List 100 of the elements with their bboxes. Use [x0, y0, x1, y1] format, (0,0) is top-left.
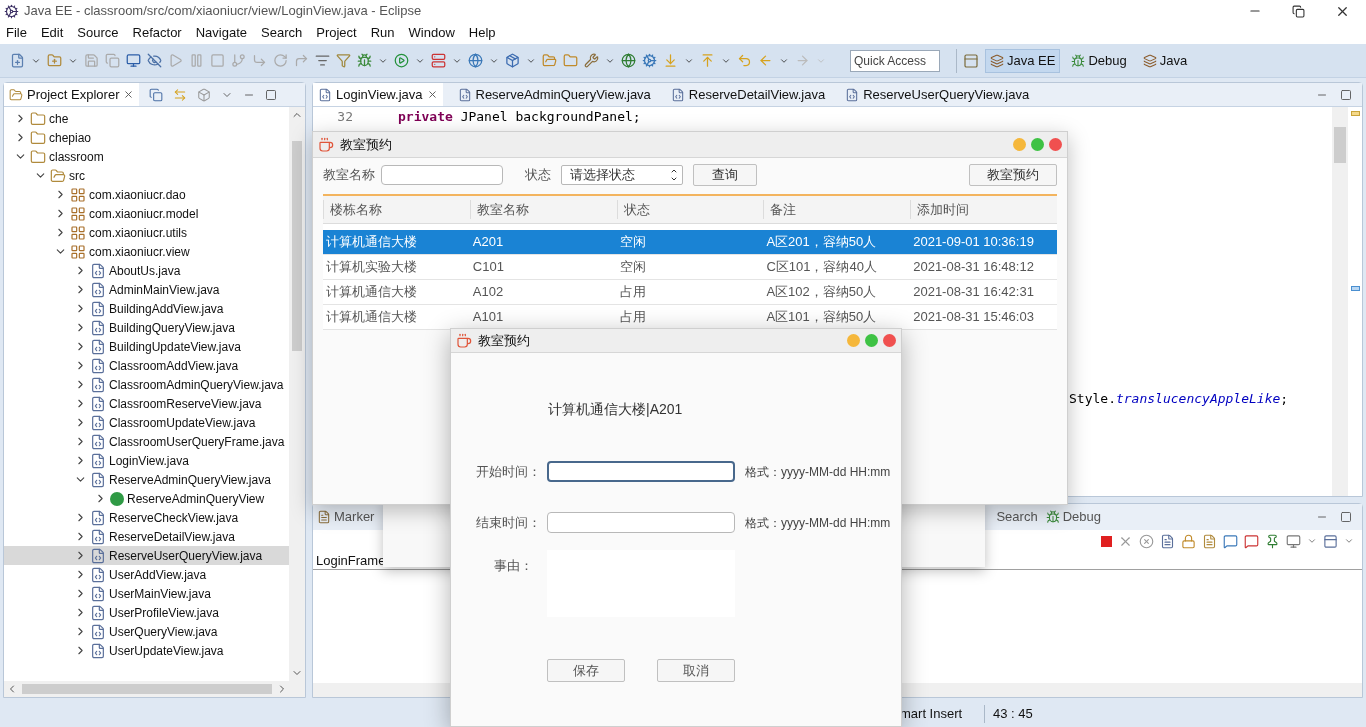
- run-icon[interactable]: [394, 53, 409, 68]
- tree-item[interactable]: ClassroomAdminQueryView.java: [4, 375, 289, 394]
- tree-item[interactable]: ClassroomAddView.java: [4, 356, 289, 375]
- bug-icon[interactable]: [357, 53, 372, 68]
- query-button[interactable]: 查询: [693, 164, 757, 186]
- panel-tab[interactable]: Search: [996, 507, 1038, 527]
- tree-item[interactable]: AboutUs.java: [4, 261, 289, 280]
- perspective-button[interactable]: Java EE: [985, 48, 1061, 73]
- menu-item[interactable]: Window: [408, 23, 455, 43]
- folder-icon[interactable]: [563, 53, 578, 68]
- tree-item[interactable]: ReserveCheckView.java: [4, 508, 289, 527]
- column-header[interactable]: 教室名称: [469, 199, 617, 220]
- occurrence-marker[interactable]: [1350, 286, 1360, 291]
- tree-item[interactable]: classroom: [4, 147, 289, 166]
- dialog-button[interactable]: 取消: [657, 659, 735, 682]
- tree-item[interactable]: com.xiaoniucr.model: [4, 204, 289, 223]
- gear-icon[interactable]: [642, 53, 657, 68]
- wrench-icon[interactable]: [584, 53, 599, 68]
- restore-icon[interactable]: [1292, 4, 1305, 18]
- tree-item[interactable]: src: [4, 166, 289, 185]
- status-select[interactable]: 请选择状态: [561, 165, 683, 185]
- tree-item[interactable]: ClassroomUserQueryFrame.java: [4, 432, 289, 451]
- classroom-name-field[interactable]: [381, 165, 503, 185]
- scrollbar-thumb[interactable]: [292, 141, 302, 351]
- tree-item[interactable]: UserQueryView.java: [4, 622, 289, 641]
- tree-item[interactable]: LoginView.java: [4, 451, 289, 470]
- editor-tab[interactable]: ReserveAdminQueryView.java: [452, 83, 656, 106]
- maximize-light[interactable]: [865, 334, 878, 347]
- menu-item[interactable]: Navigate: [195, 23, 247, 43]
- tree-item[interactable]: ClassroomReserveView.java: [4, 394, 289, 413]
- table-row[interactable]: 计算机通信大楼 A201 空闲 A区201，容纳50人 2021-09-01 10:36:19: [323, 230, 1057, 255]
- menu-item[interactable]: Source: [77, 23, 119, 43]
- tree-item[interactable]: ReserveDetailView.java: [4, 527, 289, 546]
- tree-item[interactable]: che: [4, 109, 289, 128]
- tree-item[interactable]: UserUpdateView.java: [4, 641, 289, 660]
- panel-tab[interactable]: Debug: [1045, 507, 1101, 527]
- maximize-light[interactable]: [1031, 138, 1044, 151]
- editor-tab[interactable]: ReserveUserQueryView.java: [840, 83, 1035, 106]
- tree-item[interactable]: UserMainView.java: [4, 584, 289, 603]
- menu-item[interactable]: Help: [468, 23, 496, 43]
- file-plus-icon[interactable]: [10, 53, 25, 68]
- quick-access-field[interactable]: Quick Access: [850, 49, 940, 72]
- java-file-icon: [670, 87, 685, 102]
- folder-open-icon[interactable]: [542, 53, 557, 68]
- package-icon[interactable]: [505, 53, 520, 68]
- terminate-icon[interactable]: [1101, 535, 1112, 547]
- vertical-scrollbar[interactable]: [289, 107, 305, 681]
- perspective-button[interactable]: Debug: [1066, 48, 1132, 73]
- menu-item[interactable]: Project: [316, 23, 357, 43]
- close-light[interactable]: [1049, 138, 1062, 151]
- column-header[interactable]: 添加时间: [910, 199, 1057, 220]
- java-file-icon: [90, 376, 106, 393]
- tree-item[interactable]: com.xiaoniucr.utils: [4, 223, 289, 242]
- panel-tab[interactable]: Marker: [317, 507, 375, 527]
- bug-icon: [1045, 510, 1060, 524]
- tree-item[interactable]: ReserveAdminQueryView: [4, 489, 289, 508]
- caret-icon: [1307, 536, 1317, 546]
- dialog-button[interactable]: 保存: [547, 659, 625, 682]
- tree-item[interactable]: BuildingQueryView.java: [4, 318, 289, 337]
- tree-item[interactable]: UserAddView.java: [4, 565, 289, 584]
- project-explorer-tab[interactable]: Project Explorer: [4, 83, 140, 106]
- menu-item[interactable]: Refactor: [132, 23, 182, 43]
- time-field[interactable]: [547, 461, 735, 482]
- vertical-scrollbar[interactable]: [1332, 107, 1348, 496]
- tree-item[interactable]: com.xiaoniucr.dao: [4, 185, 289, 204]
- warning-marker[interactable]: [1350, 111, 1360, 116]
- tree-item[interactable]: AdminMainView.java: [4, 280, 289, 299]
- close-tab-icon[interactable]: [123, 89, 135, 100]
- scrollbar-thumb[interactable]: [22, 684, 272, 694]
- close-light[interactable]: [883, 334, 896, 347]
- server-icon[interactable]: [431, 53, 446, 68]
- globe-icon[interactable]: [468, 53, 483, 68]
- package-icon: [70, 243, 86, 260]
- tree-item[interactable]: ReserveAdminQueryView.java: [4, 470, 289, 489]
- monitor-icon[interactable]: [126, 53, 141, 68]
- time-field[interactable]: [547, 512, 735, 533]
- horizontal-scrollbar[interactable]: [4, 681, 305, 697]
- editor-tab[interactable]: ReserveDetailView.java: [665, 83, 831, 106]
- folder-plus-icon[interactable]: [47, 53, 62, 68]
- reserve-button[interactable]: 教室预约: [969, 164, 1057, 186]
- tree-item[interactable]: chepiao: [4, 128, 289, 147]
- column-header[interactable]: 备注: [763, 199, 911, 220]
- tree-item[interactable]: BuildingAddView.java: [4, 299, 289, 318]
- tree-item[interactable]: UserProfileView.java: [4, 603, 289, 622]
- column-header[interactable]: 状态: [616, 199, 764, 220]
- column-header[interactable]: 楼栋名称: [323, 199, 470, 220]
- tree-item[interactable]: ReserveUserQueryView.java: [4, 546, 289, 565]
- editor-tab[interactable]: LoginView.java: [313, 83, 443, 106]
- java-file-icon: [90, 528, 106, 545]
- menu-item[interactable]: Edit: [40, 23, 64, 43]
- table-cell-text: 空闲: [618, 258, 647, 277]
- menu-item[interactable]: File: [6, 23, 27, 43]
- close-tab-icon[interactable]: [426, 89, 438, 100]
- perspective-button[interactable]: Java: [1137, 48, 1193, 73]
- menu-item[interactable]: Search: [261, 23, 303, 43]
- tree-item[interactable]: com.xiaoniucr.view: [4, 242, 289, 261]
- menu-item[interactable]: Run: [370, 23, 395, 43]
- globe-icon[interactable]: [621, 53, 636, 68]
- tree-item[interactable]: BuildingUpdateView.java: [4, 337, 289, 356]
- tree-item[interactable]: ClassroomUpdateView.java: [4, 413, 289, 432]
